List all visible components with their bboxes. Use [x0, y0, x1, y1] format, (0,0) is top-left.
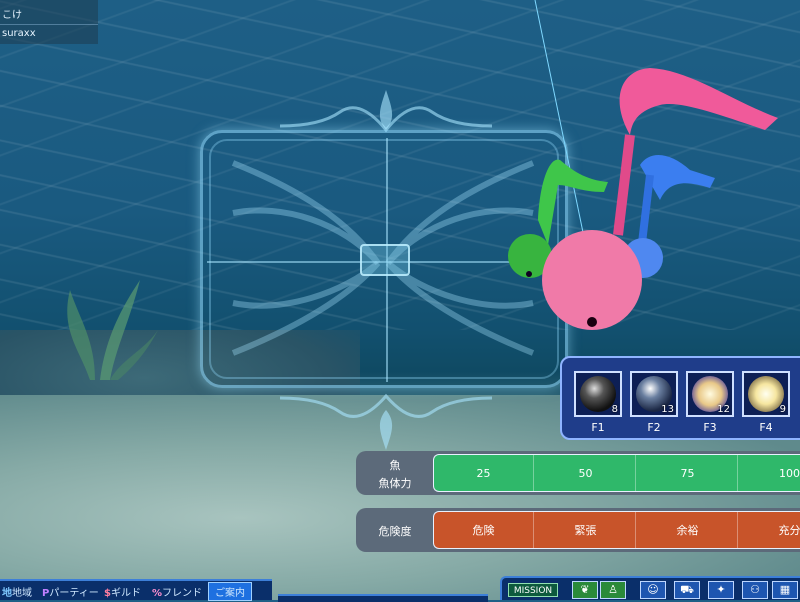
- skill-slot-f1[interactable]: 8: [574, 371, 622, 417]
- tab-party[interactable]: Pパーティー: [42, 584, 99, 599]
- gauge-tick: 余裕: [638, 512, 738, 548]
- danger-bar: 危険 緊張 余裕 充分: [433, 511, 800, 549]
- tab-label: ギルド: [110, 588, 141, 599]
- character-icon[interactable]: ☺: [640, 581, 666, 599]
- skill-key-label: F4: [759, 421, 773, 434]
- sparkle-orb-icon: [748, 376, 784, 412]
- main-menu-bar: MISSION ❦ ♙ ☺ ⛟ ✦ ⚇ ▦: [500, 576, 800, 600]
- gauge-tick: 50: [536, 455, 636, 491]
- fish-stamina-label: 魚体力: [378, 477, 412, 490]
- tab-label: ご案内: [215, 588, 245, 599]
- skill-key-label: F2: [647, 421, 661, 434]
- ornament-bottom-icon: [280, 393, 492, 450]
- gauge-tick: 100: [740, 455, 800, 491]
- car-icon[interactable]: ⛟: [674, 581, 700, 599]
- skill-bar: 8 F1 13 F2 12 F3 9 F4: [560, 356, 800, 440]
- skill-key-label: F1: [591, 421, 605, 434]
- fish-stamina-gauge: 魚 魚体力 25 50 75 100: [356, 451, 800, 495]
- tab-label: 地域: [12, 588, 32, 599]
- party-add-icon[interactable]: ⚇: [742, 581, 768, 599]
- danger-gauge: 危険度 危険 緊張 余裕 充分: [356, 508, 800, 552]
- friend-icon: %: [152, 588, 163, 599]
- ornament-top-icon: [280, 90, 492, 133]
- region-icon: 地: [2, 588, 12, 599]
- tab-guild[interactable]: $ギルド: [104, 584, 141, 599]
- grid-icon[interactable]: ▦: [772, 581, 798, 599]
- chat-line: suraxx: [2, 28, 36, 39]
- gauge-tick: 緊張: [536, 512, 636, 548]
- skill-count: 12: [717, 404, 730, 415]
- chat-divider: [0, 24, 98, 25]
- gauge-tick: 75: [638, 455, 738, 491]
- music-note-creatures-icon: [508, 68, 778, 330]
- guild-icon: $: [104, 588, 111, 599]
- skill-key-label: F3: [703, 421, 717, 434]
- gauge-tick: 充分: [740, 512, 800, 548]
- fish-label: 魚: [389, 459, 401, 472]
- tab-region[interactable]: 地地域: [2, 584, 32, 599]
- chat-tab-bar: 地地域 Pパーティー $ギルド %フレンド ご案内: [0, 579, 272, 601]
- sparkle-icon[interactable]: ✦: [708, 581, 734, 599]
- leaf-icon[interactable]: ❦: [572, 581, 598, 599]
- mission-button[interactable]: MISSION: [508, 583, 558, 597]
- skill-count: 8: [611, 404, 618, 415]
- target-reticle[interactable]: [360, 244, 410, 276]
- seaweed-icon: [67, 280, 158, 380]
- danger-label: 危険度: [378, 525, 412, 538]
- gauge-tick: 危険: [434, 512, 534, 548]
- skill-slot-f2[interactable]: 13: [630, 371, 678, 417]
- skill-slot-f3[interactable]: 12: [686, 371, 734, 417]
- tab-label: パーティー: [49, 588, 99, 599]
- skill-count: 13: [661, 404, 674, 415]
- tab-label: フレンド: [162, 588, 203, 599]
- skill-slot-f4[interactable]: 9: [742, 371, 790, 417]
- person-icon[interactable]: ♙: [600, 581, 626, 599]
- tab-friend[interactable]: %フレンド: [152, 584, 202, 599]
- chat-line: こけ: [2, 10, 22, 21]
- gauge-tick: 25: [434, 455, 534, 491]
- bottom-center-bar: [278, 594, 488, 602]
- fish-stamina-bar: 25 50 75 100: [433, 454, 800, 492]
- tab-guide[interactable]: ご案内: [208, 582, 252, 601]
- dark-orb-icon: [580, 376, 616, 412]
- chat-panel: こけ suraxx: [0, 0, 98, 44]
- skill-count: 9: [779, 404, 786, 415]
